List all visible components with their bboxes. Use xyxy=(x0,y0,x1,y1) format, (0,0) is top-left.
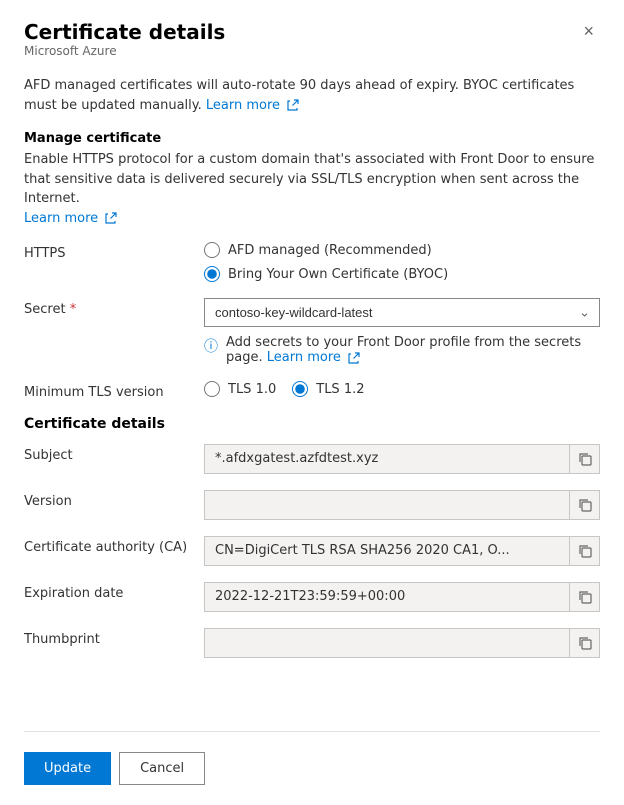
tls-radio-10[interactable] xyxy=(204,381,220,397)
subject-copy-button[interactable] xyxy=(570,444,600,474)
version-copy-button[interactable] xyxy=(570,490,600,520)
subject-field: *.afdxgatest.azfdtest.xyz xyxy=(204,444,600,474)
cancel-button[interactable]: Cancel xyxy=(119,752,205,785)
close-button[interactable]: × xyxy=(577,20,600,42)
tls-row: Minimum TLS version TLS 1.0 TLS 1.2 xyxy=(24,381,600,400)
version-value xyxy=(204,490,570,520)
tls-radio-group: TLS 1.0 TLS 1.2 xyxy=(204,381,600,397)
expiry-row: Expiration date 2022-12-21T23:59:59+00:0… xyxy=(24,582,600,612)
thumbprint-row: Thumbprint xyxy=(24,628,600,658)
info-banner-learn-more-link[interactable]: Learn more xyxy=(206,98,299,113)
https-row: HTTPS AFD managed (Recommended) Bring Yo… xyxy=(24,242,600,282)
thumbprint-field xyxy=(204,628,600,658)
secret-note-text: Add secrets to your Front Door profile f… xyxy=(226,335,600,365)
copy-icon-5 xyxy=(578,636,592,650)
copy-icon-3 xyxy=(578,544,592,558)
thumbprint-copy-button[interactable] xyxy=(570,628,600,658)
manage-cert-learn-more-link[interactable]: Learn more xyxy=(24,211,117,226)
version-field xyxy=(204,490,600,520)
secret-control: contoso-key-wildcard-latest ⌄ ⓘ Add secr… xyxy=(204,298,600,365)
ca-label: Certificate authority (CA) xyxy=(24,536,204,555)
https-radio-byoc[interactable] xyxy=(204,266,220,282)
https-byoc-label: Bring Your Own Certificate (BYOC) xyxy=(228,267,448,282)
secret-info-note: ⓘ Add secrets to your Front Door profile… xyxy=(204,335,600,365)
update-button[interactable]: Update xyxy=(24,752,111,785)
tls-label: Minimum TLS version xyxy=(24,381,204,400)
ca-field: CN=DigiCert TLS RSA SHA256 2020 CA1, O..… xyxy=(204,536,600,566)
copy-icon xyxy=(578,452,592,466)
expiry-copy-button[interactable] xyxy=(570,582,600,612)
https-afd-label: AFD managed (Recommended) xyxy=(228,243,432,258)
copy-icon-2 xyxy=(578,498,592,512)
info-circle-icon: ⓘ xyxy=(204,336,220,356)
version-row: Version xyxy=(24,490,600,520)
certificate-details-dialog: Certificate details Microsoft Azure × AF… xyxy=(0,0,624,805)
https-option-byoc[interactable]: Bring Your Own Certificate (BYOC) xyxy=(204,266,600,282)
expiry-label: Expiration date xyxy=(24,582,204,601)
secret-select[interactable]: contoso-key-wildcard-latest xyxy=(204,298,600,327)
external-link-icon-2 xyxy=(105,212,117,224)
https-radio-group: AFD managed (Recommended) Bring Your Own… xyxy=(204,242,600,282)
ca-value: CN=DigiCert TLS RSA SHA256 2020 CA1, O..… xyxy=(204,536,570,566)
tls-option-10[interactable]: TLS 1.0 xyxy=(204,381,276,397)
tls-12-label: TLS 1.2 xyxy=(316,382,364,397)
subject-label: Subject xyxy=(24,444,204,463)
expiry-value: 2022-12-21T23:59:59+00:00 xyxy=(204,582,570,612)
external-link-icon xyxy=(287,99,299,111)
dialog-title-block: Certificate details Microsoft Azure xyxy=(24,20,225,72)
tls-control: TLS 1.0 TLS 1.2 xyxy=(204,381,600,397)
dialog-header: Certificate details Microsoft Azure × xyxy=(24,20,600,72)
dialog-footer: Update Cancel xyxy=(24,731,600,785)
subject-value: *.afdxgatest.azfdtest.xyz xyxy=(204,444,570,474)
https-radio-afd[interactable] xyxy=(204,242,220,258)
secret-select-wrapper: contoso-key-wildcard-latest ⌄ xyxy=(204,298,600,327)
ca-copy-button[interactable] xyxy=(570,536,600,566)
copy-icon-4 xyxy=(578,590,592,604)
tls-option-12[interactable]: TLS 1.2 xyxy=(292,381,364,397)
version-label: Version xyxy=(24,490,204,509)
info-banner: AFD managed certificates will auto-rotat… xyxy=(24,76,600,115)
thumbprint-label: Thumbprint xyxy=(24,628,204,647)
manage-cert-desc: Enable HTTPS protocol for a custom domai… xyxy=(24,150,600,228)
secret-label: Secret * xyxy=(24,298,204,317)
secret-row: Secret * contoso-key-wildcard-latest ⌄ ⓘ… xyxy=(24,298,600,365)
secret-required-marker: * xyxy=(70,302,77,317)
secret-learn-more-link[interactable]: Learn more xyxy=(267,350,360,365)
ca-row: Certificate authority (CA) CN=DigiCert T… xyxy=(24,536,600,566)
cert-details-section-header: Certificate details xyxy=(24,416,600,432)
https-option-afd[interactable]: AFD managed (Recommended) xyxy=(204,242,600,258)
thumbprint-value xyxy=(204,628,570,658)
expiry-field: 2022-12-21T23:59:59+00:00 xyxy=(204,582,600,612)
subject-row: Subject *.afdxgatest.azfdtest.xyz xyxy=(24,444,600,474)
external-link-icon-3 xyxy=(348,352,360,364)
tls-10-label: TLS 1.0 xyxy=(228,382,276,397)
tls-radio-12[interactable] xyxy=(292,381,308,397)
manage-cert-section: Manage certificate Enable HTTPS protocol… xyxy=(24,131,600,242)
dialog-title: Certificate details xyxy=(24,20,225,44)
https-label: HTTPS xyxy=(24,242,204,261)
dialog-subtitle: Microsoft Azure xyxy=(24,44,225,58)
manage-cert-title: Manage certificate xyxy=(24,131,600,146)
